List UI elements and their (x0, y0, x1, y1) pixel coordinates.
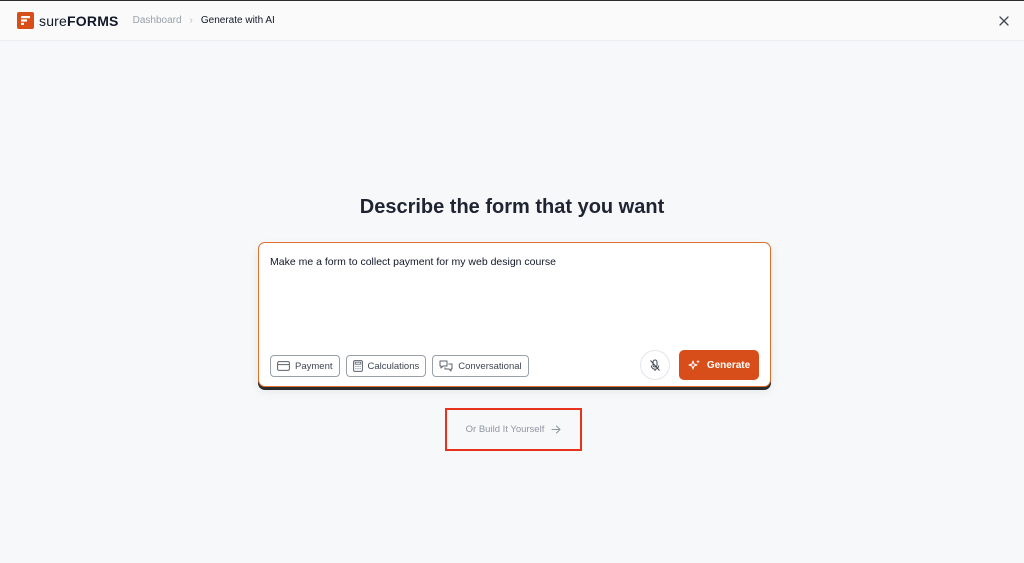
prompt-textarea[interactable]: Make me a form to collect payment for my… (270, 255, 750, 269)
breadcrumb-chevron-icon: › (189, 15, 193, 26)
breadcrumb: Dashboard › Generate with AI (133, 15, 275, 26)
close-button[interactable] (998, 15, 1010, 27)
build-it-yourself-link[interactable]: Or Build It Yourself (445, 408, 582, 451)
chip-label: Calculations (367, 360, 420, 372)
sparkle-icon (688, 359, 701, 372)
chip-payment[interactable]: Payment (270, 355, 340, 377)
chip-calculations[interactable]: Calculations (345, 355, 427, 377)
build-it-yourself-label: Or Build It Yourself (465, 424, 545, 435)
generate-label: Generate (706, 359, 751, 371)
logo-wordmark: sureFORMS (39, 12, 119, 29)
breadcrumb-current: Generate with AI (200, 15, 275, 26)
generate-button[interactable]: Generate (679, 350, 759, 380)
breadcrumb-dashboard[interactable]: Dashboard (133, 15, 182, 26)
calculator-icon (352, 360, 363, 372)
chip-conversational[interactable]: Conversational (432, 355, 529, 377)
voice-input-button[interactable] (640, 350, 670, 380)
sureforms-logo-icon (17, 12, 34, 29)
prompt-box[interactable]: Make me a form to collect payment for my… (258, 242, 771, 387)
chip-label: Conversational (458, 360, 522, 372)
arrow-right-icon (551, 425, 561, 434)
credit-card-icon (277, 361, 290, 371)
suggestion-chips: Payment Calculations Conversational (270, 355, 535, 377)
sureforms-logo[interactable]: sureFORMS (17, 12, 119, 29)
close-icon (999, 16, 1009, 26)
chat-bubbles-icon (439, 360, 453, 372)
microphone-off-icon (650, 359, 660, 371)
page-title: Describe the form that you want (359, 196, 665, 218)
chip-label: Payment (295, 360, 333, 372)
top-bar: sureFORMS Dashboard › Generate with AI (0, 0, 1024, 41)
